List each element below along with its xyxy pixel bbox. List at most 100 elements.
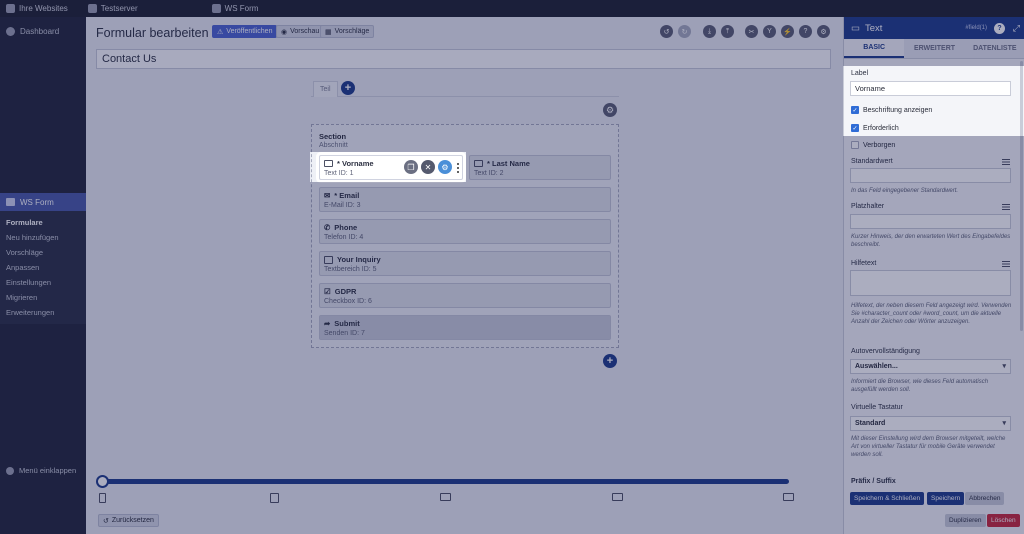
- desktop-icon[interactable]: [612, 493, 623, 501]
- laptop-icon[interactable]: [440, 493, 451, 501]
- panel-title: Text: [864, 22, 883, 34]
- list-menu-icon[interactable]: [1002, 204, 1010, 210]
- label-heading: Label: [851, 70, 869, 77]
- cancel-button[interactable]: Abbrechen: [965, 492, 1005, 505]
- field-settings-panel: ▭ Text #field(1) ? ⤢ BASIC ERWEITERT DAT…: [843, 17, 1024, 534]
- breakpoint-slider-knob[interactable]: [96, 475, 109, 488]
- save-close-button[interactable]: Speichern & Schließen: [850, 492, 925, 505]
- tab-basic[interactable]: BASIC: [844, 39, 905, 58]
- tab-datalist[interactable]: DATENLISTE: [965, 39, 1024, 58]
- preview-button[interactable]: ◉ Vorschau: [276, 25, 325, 38]
- sidebar-item-extensions[interactable]: Erweiterungen: [0, 305, 86, 320]
- redo-icon[interactable]: ↻: [678, 25, 691, 38]
- default-heading: Standardwert: [851, 158, 893, 165]
- list-menu-icon[interactable]: [1002, 261, 1010, 267]
- ws-form-icon: [211, 4, 221, 13]
- reset-button[interactable]: ↺ Zurücksetzen: [98, 514, 159, 527]
- section-title: Section: [319, 132, 347, 141]
- keyboard-select[interactable]: Standard: [850, 416, 1011, 431]
- form-name-input[interactable]: Contact Us: [96, 49, 831, 69]
- collapse-menu-button[interactable]: Menü einklappen: [6, 466, 76, 475]
- default-hint: In das Feld eingegebener Standardwert.: [851, 188, 959, 194]
- upload-icon[interactable]: ⤒: [721, 25, 734, 38]
- large-desktop-icon[interactable]: [783, 493, 794, 501]
- autocomplete-select[interactable]: Auswählen...: [850, 359, 1011, 374]
- tab-bar: Teil: [311, 79, 619, 97]
- ws-form-link[interactable]: WS Form: [211, 4, 258, 13]
- sidebar-item-new[interactable]: Neu hinzufügen: [0, 230, 86, 245]
- sidebar-item-dashboard[interactable]: Dashboard: [0, 17, 86, 46]
- clone-icon[interactable]: ❐: [404, 160, 418, 174]
- hidden-checkbox[interactable]: Verborgen: [851, 141, 895, 149]
- sidebar-item-suggestions[interactable]: Vorschläge: [0, 245, 86, 260]
- panel-scrollbar[interactable]: [1020, 61, 1023, 331]
- eye-icon: ◉: [281, 28, 288, 36]
- suggestions-button[interactable]: ▦ Vorschläge: [320, 25, 375, 38]
- home-icon: [87, 4, 97, 13]
- field-email[interactable]: ✉ * Email E-Mail ID: 3: [319, 187, 611, 212]
- checkbox-icon: ☑: [324, 287, 331, 296]
- filter-icon[interactable]: Y: [763, 25, 776, 38]
- duplicate-button[interactable]: Duplizieren: [945, 514, 986, 527]
- placeholder-hint: Kurzer Hinweis, der den erwarteten Wert …: [851, 234, 1011, 249]
- publish-button[interactable]: ⚠ Veröffentlichen: [212, 25, 278, 38]
- text-field-icon: [474, 160, 483, 167]
- placeholder-input[interactable]: [850, 214, 1011, 229]
- panel-header: ▭ Text #field(1) ? ⤢: [844, 17, 1024, 39]
- sidebar-item-formulare[interactable]: Formulare: [0, 215, 86, 230]
- sidebar-item-migrate[interactable]: Migrieren: [0, 290, 86, 305]
- pin-icon[interactable]: ⤢: [1013, 23, 1020, 34]
- field-settings-icon[interactable]: ⚙: [438, 160, 452, 174]
- sidebar-item-settings[interactable]: Einstellungen: [0, 275, 86, 290]
- required-checkbox[interactable]: ✓ Erforderlich: [851, 124, 899, 132]
- autocomplete-heading: Autovervollständigung: [851, 348, 920, 355]
- list-menu-icon[interactable]: [1002, 159, 1010, 165]
- field-phone[interactable]: ✆ Phone Telefon ID: 4: [319, 219, 611, 244]
- field-vorname[interactable]: * Vorname Text ID: 1 ❐ ✕ ⚙: [319, 155, 463, 180]
- drag-handle-icon[interactable]: [457, 162, 459, 174]
- tablet-icon[interactable]: [270, 493, 279, 503]
- help-hint: Hilfetext, der neben diesem Feld angezei…: [851, 303, 1012, 326]
- tab-advanced[interactable]: ERWEITERT: [904, 39, 964, 58]
- default-value-input[interactable]: [850, 168, 1011, 183]
- help-icon[interactable]: ?: [994, 22, 1005, 34]
- lightning-icon[interactable]: ⚡: [781, 25, 794, 38]
- help-icon[interactable]: ?: [799, 25, 812, 38]
- sidebar-submenu: Formulare Neu hinzufügen Vorschläge Anpa…: [0, 211, 86, 324]
- delete-button[interactable]: Löschen: [987, 514, 1020, 527]
- panel-tabs: BASIC ERWEITERT DATENLISTE: [844, 39, 1024, 59]
- my-sites-link[interactable]: Ihre Websites: [6, 4, 68, 13]
- breakpoint-slider[interactable]: [101, 479, 789, 484]
- field-last-name[interactable]: * Last Name Text ID: 2: [469, 155, 611, 180]
- help-text-input[interactable]: [850, 270, 1011, 296]
- sidebar-item-ws-form[interactable]: WS Form: [0, 193, 86, 211]
- warning-icon: ⚠: [217, 28, 224, 36]
- field-gdpr[interactable]: ☑ GDPR Checkbox ID: 6: [319, 283, 611, 308]
- save-button[interactable]: Speichern: [927, 492, 965, 505]
- prefix-suffix-heading: Präfix / Suffix: [851, 478, 896, 485]
- tools-icon[interactable]: ✂: [745, 25, 758, 38]
- download-icon[interactable]: ⤓: [703, 25, 716, 38]
- sidebar-item-customize[interactable]: Anpassen: [0, 260, 86, 275]
- text-field-icon: ▭: [851, 22, 860, 34]
- site-name-link[interactable]: Testserver: [87, 4, 138, 13]
- show-label-checkbox[interactable]: ✓ Beschriftung anzeigen: [851, 106, 932, 114]
- field-submit[interactable]: ➦ Submit Senden ID: 7: [319, 315, 611, 340]
- reset-icon: ↺: [103, 517, 109, 525]
- undo-icon[interactable]: ↺: [660, 25, 673, 38]
- label-input[interactable]: Vorname: [850, 81, 1011, 96]
- add-section-button[interactable]: +: [603, 354, 617, 368]
- settings-gear-icon[interactable]: ⚙: [817, 25, 830, 38]
- tab-teil[interactable]: Teil: [313, 81, 338, 97]
- checkmark-icon: ✓: [851, 106, 859, 114]
- field-inquiry[interactable]: Your Inquiry Textbereich ID: 5: [319, 251, 611, 276]
- mobile-icon[interactable]: [99, 493, 106, 503]
- section-subtitle: Abschnitt: [319, 142, 348, 149]
- envelope-icon: ✉: [324, 191, 331, 200]
- ws-form-icon: [6, 198, 15, 206]
- section-settings-icon[interactable]: ⚙: [603, 103, 617, 117]
- keyboard-hint: Mit dieser Einstellung wird dem Browser …: [851, 436, 1006, 459]
- delete-icon[interactable]: ✕: [421, 160, 435, 174]
- sites-icon: [6, 4, 15, 13]
- add-tab-button[interactable]: +: [341, 81, 355, 95]
